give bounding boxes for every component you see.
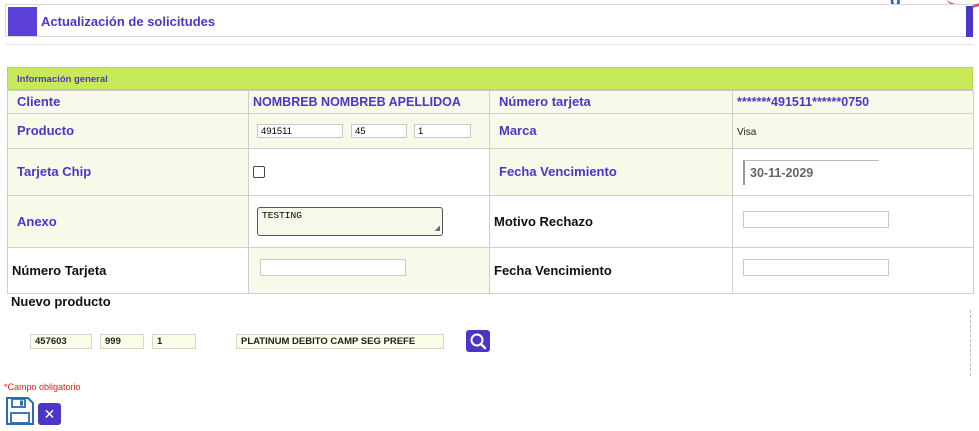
fecha-vencimiento-date[interactable]: 30-11-2029	[743, 160, 879, 185]
title-right-bar	[966, 6, 973, 37]
fecha-vencimiento2-input[interactable]	[743, 259, 889, 276]
motivo-rechazo-label-cell: Motivo Rechazo	[489, 195, 733, 248]
numero-tarjeta-label-cell: Número tarjeta	[489, 90, 733, 114]
tarjeta-chip-label-cell: Tarjeta Chip	[7, 148, 249, 196]
marca-value: Visa	[737, 127, 757, 138]
cliente-value-cell: NOMBREB NOMBREB APELLIDOA	[248, 90, 490, 114]
anexo-label-cell: Anexo	[7, 195, 249, 248]
table-row: Producto Marca Visa	[7, 113, 974, 149]
numero-tarjeta-value: *******491511******0750	[737, 95, 870, 109]
numero-tarjeta-label: Número tarjeta	[499, 94, 591, 109]
nuevo-producto-code[interactable]: 457603	[30, 334, 92, 349]
fecha-vencimiento2-label-cell: Fecha Vencimiento	[489, 247, 733, 294]
producto-subcode-input[interactable]	[351, 124, 407, 138]
anexo-label: Anexo	[17, 213, 57, 229]
producto-code-input[interactable]	[257, 124, 343, 138]
producto-label: Producto	[17, 123, 75, 138]
required-note: *Campo obligatorio	[4, 382, 81, 392]
section-title: Información general	[17, 74, 108, 85]
nuevo-producto-description: PLATINUM DEBITO CAMP SEG PREFE	[236, 334, 444, 349]
motivo-rechazo-label: Motivo Rechazo	[494, 213, 593, 229]
numero-tarjeta2-input[interactable]	[260, 259, 406, 276]
cliente-value: NOMBREB NOMBREB APELLIDOA	[253, 95, 461, 109]
resize-handle-icon[interactable]: ◢	[435, 224, 440, 233]
anexo-textarea[interactable]: TESTING ◢	[257, 207, 443, 236]
marca-label-cell: Marca	[489, 113, 733, 149]
title-accent	[8, 7, 37, 36]
nuevo-producto-subcode[interactable]: 999	[100, 334, 144, 349]
motivo-rechazo-input[interactable]	[743, 211, 889, 228]
close-button[interactable]: ✕	[38, 403, 61, 425]
numero-tarjeta2-label: Número Tarjeta	[12, 262, 107, 278]
tarjeta-chip-checkbox[interactable]	[253, 166, 265, 178]
tarjeta-chip-label: Tarjeta Chip	[17, 164, 92, 179]
save-button[interactable]	[5, 396, 35, 426]
marca-label: Marca	[499, 123, 537, 138]
anexo-text: TESTING	[262, 210, 302, 221]
search-button[interactable]	[466, 330, 490, 352]
search-icon	[470, 333, 487, 350]
fecha-vencimiento-label-cell: Fecha Vencimiento	[489, 148, 733, 196]
section-header: Información general	[7, 67, 973, 90]
cliente-label: Cliente	[17, 94, 61, 109]
numero-tarjeta2-label-cell: Número Tarjeta	[7, 247, 249, 294]
marca-value-cell: Visa	[732, 113, 974, 149]
producto-label-cell: Producto	[7, 113, 249, 149]
nuevo-producto-seq[interactable]: 1	[152, 334, 196, 349]
fecha-vencimiento-label: Fecha Vencimiento	[499, 164, 617, 179]
producto-seq-input[interactable]	[414, 124, 471, 138]
close-icon: ✕	[43, 406, 56, 422]
divider	[5, 44, 973, 45]
cliente-label-cell: Cliente	[7, 90, 249, 114]
dashed-divider	[970, 310, 971, 376]
fecha-vencimiento2-label: Fecha Vencimiento	[494, 262, 612, 278]
numero-tarjeta-value-cell: *******491511******0750	[732, 90, 974, 114]
tarjeta-chip-value-cell	[248, 148, 490, 196]
floppy-disk-icon	[6, 397, 34, 425]
page-title: Actualización de solicitudes	[41, 14, 216, 29]
nuevo-producto-label: Nuevo producto	[11, 294, 111, 309]
table-row: Cliente NOMBREB NOMBREB APELLIDOA Número…	[7, 90, 974, 114]
